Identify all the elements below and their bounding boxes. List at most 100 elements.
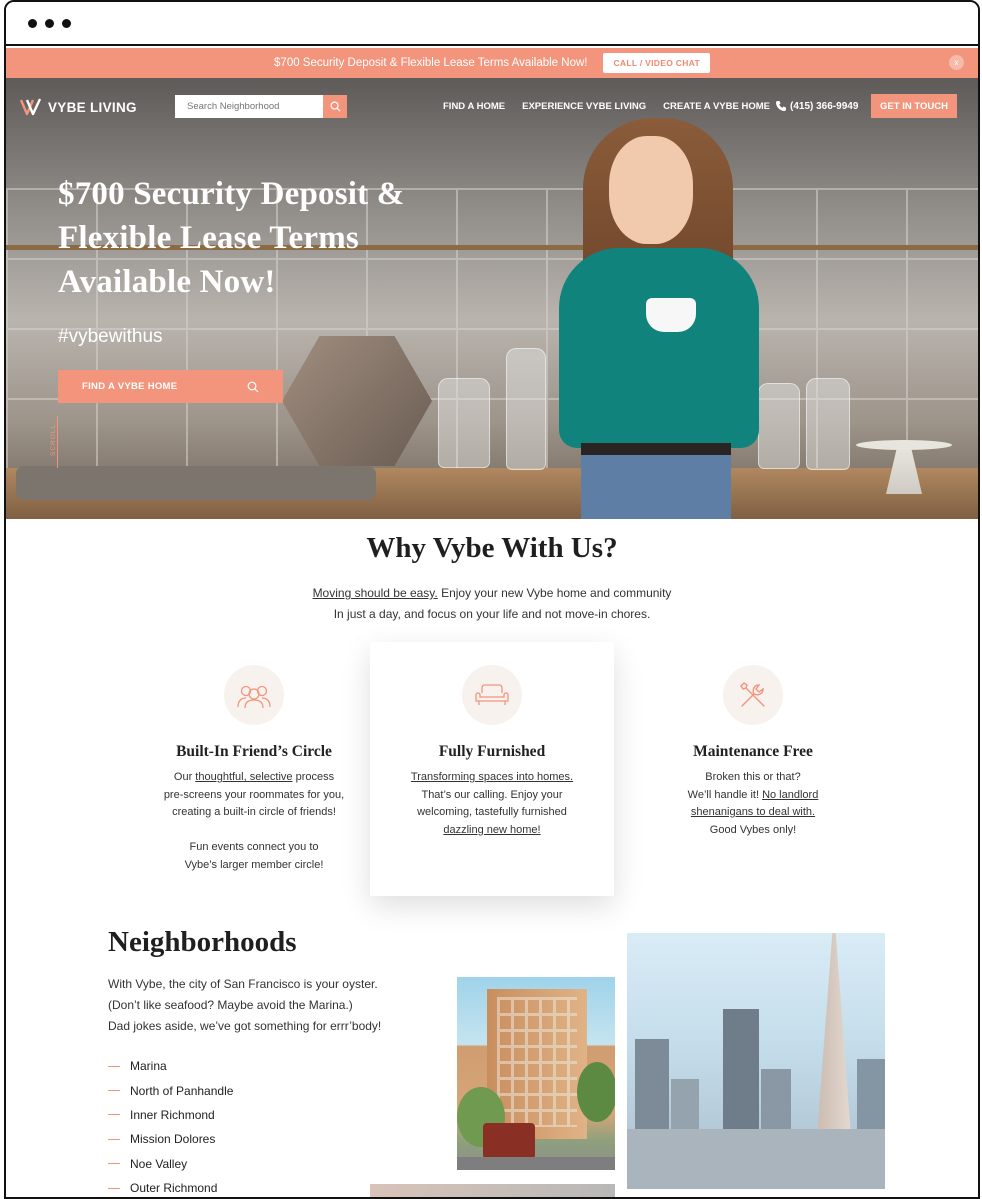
no-landlord-link[interactable]: No landlord — [762, 789, 818, 801]
dash-icon — [108, 1090, 120, 1092]
intro-line: (Don’t like seafood? Maybe avoid the Mar… — [108, 998, 353, 1012]
photo-buildings-low — [627, 1129, 885, 1189]
feature-title: Fully Furnished — [438, 743, 546, 760]
promo-banner: $700 Security Deposit & Flexible Lease T… — [6, 48, 978, 78]
feature-text: That’s our calling. Enjoy your — [421, 788, 563, 801]
shenanigans-link[interactable]: shenanigans to deal with. — [691, 806, 815, 818]
intro-line: With Vybe, the city of San Francisco is … — [108, 977, 378, 991]
neighborhood-search — [175, 95, 347, 118]
feature-icon-circle — [723, 665, 783, 725]
neighborhood-item-inner-richmond[interactable]: Inner Richmond — [108, 1103, 233, 1127]
moving-easy-link[interactable]: Moving should be easy. — [313, 586, 438, 600]
intro-line: Dad jokes aside, we’ve got something for… — [108, 1019, 382, 1033]
feature-description: Our thoughtful, selective process pre-sc… — [134, 769, 374, 874]
feature-icon-circle — [224, 665, 284, 725]
feature-maintenance-free: Maintenance Free Broken this or that? We… — [638, 665, 868, 839]
scroll-indicator-line — [57, 416, 58, 468]
find-a-vybe-home-label: FIND A VYBE HOME — [82, 381, 178, 392]
neighborhoods-intro: With Vybe, the city of San Francisco is … — [108, 974, 438, 1037]
hero-title: $700 Security Deposit & Flexible Lease T… — [58, 176, 405, 300]
sofa-icon — [475, 684, 509, 705]
hero-hashtag: #vybewithus — [58, 326, 163, 347]
promo-text: $700 Security Deposit & Flexible Lease T… — [274, 57, 588, 69]
dash-icon — [108, 1187, 120, 1189]
window-dot-icon — [45, 19, 54, 28]
dash-icon — [108, 1065, 120, 1067]
photo-windows — [497, 997, 577, 1127]
feature-icon-circle — [462, 665, 522, 725]
dash-icon — [108, 1114, 120, 1116]
find-a-vybe-home-button[interactable]: FIND A VYBE HOME — [58, 370, 283, 403]
neighborhood-photo-cable-car — [457, 977, 615, 1170]
vybe-logo-icon — [20, 98, 42, 116]
scroll-indicator-label: SCROLL — [50, 423, 57, 456]
feature-text: creating a built-in circle of friends! — [172, 806, 336, 818]
neighborhood-photo-skyline — [627, 933, 885, 1189]
feature-text: Broken this or that? — [705, 771, 801, 783]
feature-text: process — [292, 771, 335, 783]
neighborhood-label: Mission Dolores — [130, 1132, 216, 1147]
search-icon — [247, 381, 259, 392]
thoughtful-selective-link[interactable]: thoughtful, selective — [195, 771, 292, 783]
neighborhood-item-mission-dolores[interactable]: Mission Dolores — [108, 1127, 233, 1151]
search-input[interactable] — [175, 95, 323, 118]
photo-cable-car — [483, 1123, 535, 1159]
feature-title: Built-In Friend’s Circle — [176, 743, 332, 760]
neighborhood-item-noe-valley[interactable]: Noe Valley — [108, 1152, 233, 1176]
feature-text: We’ll handle it! — [687, 788, 763, 801]
feature-description: Transforming spaces into homes. That’s o… — [370, 769, 614, 839]
feature-text: Good Vybes only! — [709, 823, 797, 836]
tools-icon — [740, 682, 765, 707]
neighborhood-item-marina[interactable]: Marina — [108, 1054, 233, 1078]
transforming-spaces-link[interactable]: Transforming spaces into homes. — [411, 771, 573, 783]
hero-section: $700 Security Deposit & Flexible Lease T… — [6, 78, 978, 519]
friends-icon — [237, 685, 271, 709]
neighborhood-label: Outer Richmond — [130, 1181, 218, 1196]
feature-description: Broken this or that? We’ll handle it! No… — [638, 769, 868, 839]
subtitle-text: Enjoy your new Vybe home and community — [437, 586, 672, 600]
neighborhood-label: Marina — [130, 1059, 167, 1074]
nav-link-experience-vybe-living[interactable]: EXPERIENCE VYBE LIVING — [522, 101, 646, 112]
neighborhood-item-outer-richmond[interactable]: Outer Richmond — [108, 1176, 233, 1197]
neighborhood-photo-partial — [370, 1184, 615, 1197]
hero-photo-woman — [551, 118, 766, 519]
subtitle-line-2: In just a day, and focus on your life an… — [333, 607, 651, 621]
close-icon[interactable]: x — [949, 55, 964, 70]
dash-icon — [108, 1163, 120, 1165]
neighborhood-label: North of Panhandle — [130, 1083, 234, 1098]
neighborhood-item-north-of-panhandle[interactable]: North of Panhandle — [108, 1078, 233, 1102]
feature-text: Fun events connect you to — [189, 841, 319, 853]
feature-text: Our — [173, 771, 196, 783]
search-icon — [330, 101, 341, 112]
nav-link-find-a-home[interactable]: FIND A HOME — [443, 101, 505, 112]
top-nav: VYBE LIVING FIND A HOME EXPERIENCE VYBE … — [6, 88, 978, 124]
feature-text: pre-screens your roommates for you, — [163, 788, 345, 801]
window-dot-icon — [28, 19, 37, 28]
hero-photo-sink — [16, 466, 376, 500]
call-video-chat-button[interactable]: CALL / VIDEO CHAT — [603, 53, 710, 73]
why-section-title: Why Vybe With Us? — [366, 532, 618, 564]
neighborhood-list: Marina North of Panhandle Inner Richmond… — [108, 1054, 233, 1197]
feature-title: Maintenance Free — [693, 743, 813, 760]
site-logo[interactable]: VYBE LIVING — [20, 97, 137, 117]
neighborhoods-title: Neighborhoods — [108, 926, 297, 958]
why-section-subtitle: Moving should be easy. Enjoy your new Vy… — [6, 583, 978, 625]
dash-icon — [108, 1138, 120, 1140]
search-button[interactable] — [323, 95, 347, 118]
neighborhood-label: Inner Richmond — [130, 1107, 215, 1122]
phone-number: (415) 366-9949 — [790, 100, 859, 112]
window-dot-icon — [62, 19, 71, 28]
feature-text: welcoming, tastefully furnished — [417, 806, 567, 818]
dazzling-new-home-link[interactable]: dazzling new home! — [443, 824, 540, 836]
photo-street — [457, 1157, 615, 1170]
feature-friends-circle: Built-In Friend’s Circle Our thoughtful,… — [134, 665, 374, 874]
hero-photo-jar — [438, 378, 490, 468]
main-menu: FIND A HOME EXPERIENCE VYBE LIVING CREAT… — [443, 101, 787, 112]
phone-link[interactable]: (415) 366-9949 — [775, 100, 858, 112]
hero-photo-jar — [806, 378, 850, 470]
feature-fully-furnished: Fully Furnished Transforming spaces into… — [370, 665, 614, 839]
feature-text: Vybe’s larger member circle! — [184, 858, 324, 871]
nav-link-create-a-vybe-home[interactable]: CREATE A VYBE HOME — [663, 101, 770, 112]
get-in-touch-button[interactable]: GET IN TOUCH — [871, 94, 957, 118]
browser-chrome — [6, 2, 978, 46]
